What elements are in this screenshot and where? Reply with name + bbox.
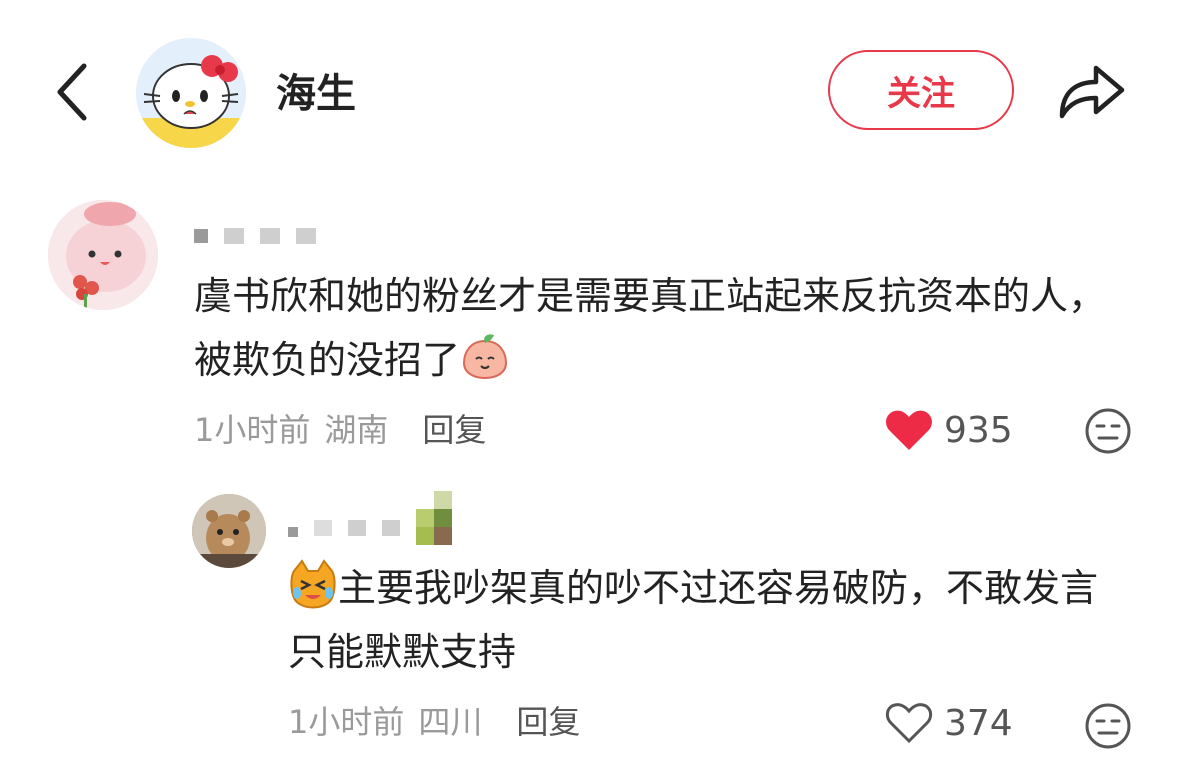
like-count: 935 bbox=[944, 409, 1013, 451]
reply-comment-text-content: 主要我吵架真的吵不过还容易破防，不敢发言只能默默支持 bbox=[288, 566, 1099, 674]
meh-face-icon bbox=[1085, 408, 1131, 454]
back-chevron-icon bbox=[57, 63, 87, 121]
commenter-avatar[interactable] bbox=[48, 200, 158, 310]
comment-meta: 1小时前 湖南 回复 bbox=[194, 408, 486, 452]
heart-outline-icon bbox=[885, 703, 933, 744]
meh-face-icon bbox=[1085, 703, 1131, 749]
reply-button[interactable]: 回复 bbox=[422, 408, 486, 452]
comment-text: 虞书欣和她的粉丝才是需要真正站起来反抗资本的人，被欺负的没招了 bbox=[194, 264, 1134, 392]
reply-like-count: 374 bbox=[944, 702, 1013, 744]
reply-comment-time: 1小时前 bbox=[288, 703, 405, 741]
comment-text-content: 虞书欣和她的粉丝才是需要真正站起来反抗资本的人，被欺负的没招了 bbox=[194, 274, 1107, 382]
reply-commenter-nickname-redacted[interactable] bbox=[288, 488, 452, 548]
share-button[interactable] bbox=[1054, 58, 1128, 124]
author-avatar[interactable] bbox=[136, 38, 246, 148]
crying-cat-emoji-icon bbox=[290, 559, 336, 609]
comment-location: 湖南 bbox=[324, 411, 389, 449]
comment-time: 1小时前 bbox=[194, 411, 311, 449]
peach-face-emoji-icon bbox=[463, 334, 508, 380]
hamster-photo-avatar-icon bbox=[192, 494, 266, 568]
reply-comment-meta: 1小时前 四川 回复 bbox=[288, 700, 580, 744]
commenter-nickname-redacted[interactable] bbox=[194, 226, 316, 246]
follow-button[interactable]: 关注 bbox=[828, 50, 1014, 130]
heart-filled-icon bbox=[886, 410, 932, 450]
back-button[interactable] bbox=[50, 62, 100, 122]
reply-like-button[interactable]: 374 bbox=[884, 701, 1013, 745]
reply-comment-text: 主要我吵架真的吵不过还容易破防，不敢发言只能默默支持 bbox=[288, 556, 1128, 684]
reply-to-reply-button[interactable]: 回复 bbox=[516, 700, 580, 744]
like-button[interactable]: 935 bbox=[884, 408, 1013, 452]
hello-kitty-avatar-icon bbox=[136, 38, 246, 148]
reply-commenter-avatar[interactable] bbox=[192, 494, 266, 568]
reply-comment-location: 四川 bbox=[418, 703, 483, 741]
dislike-button[interactable] bbox=[1084, 407, 1132, 459]
pink-character-avatar-icon bbox=[48, 200, 158, 310]
share-arrow-icon bbox=[1059, 65, 1125, 119]
reply-dislike-button[interactable] bbox=[1084, 702, 1132, 754]
author-name[interactable]: 海生 bbox=[276, 66, 356, 122]
